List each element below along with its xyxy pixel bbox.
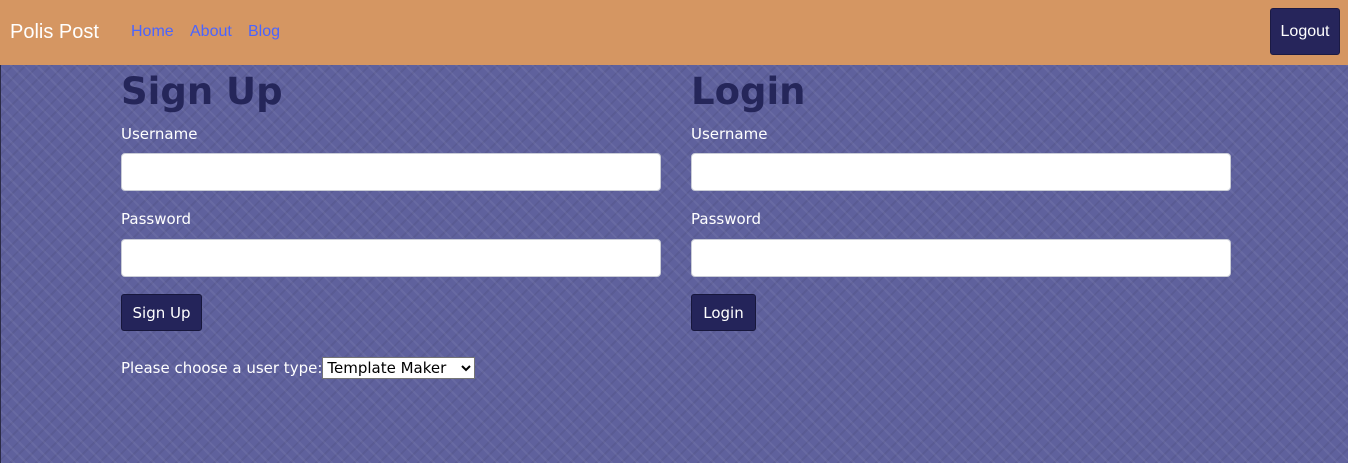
signup-username-input[interactable] [121,153,661,191]
signup-password-label: Password [121,210,192,228]
signup-password-input[interactable] [121,239,661,277]
login-password-input[interactable] [691,239,1231,277]
logout-button[interactable]: Logout [1270,8,1340,55]
login-title: Login [691,70,806,113]
signup-username-label: Username [121,125,198,143]
signup-panel: Sign Up Username Password Sign Up [121,70,661,331]
page-left-border [0,65,1,463]
login-password-label: Password [691,210,762,228]
login-username-label: Username [691,125,768,143]
nav-link-about[interactable]: About [190,22,232,42]
login-button[interactable]: Login [691,294,756,331]
signup-title: Sign Up [121,70,283,113]
user-type-select[interactable]: Template Maker [322,357,476,379]
nav-link-blog[interactable]: Blog [248,22,280,42]
nav-link-home[interactable]: Home [131,22,174,42]
brand-title[interactable]: Polis Post [10,20,99,44]
login-panel: Login Username Password Login [691,70,1231,331]
user-type-row: Please choose a user type: Template Make… [121,357,476,379]
signup-button[interactable]: Sign Up [121,294,202,331]
navbar: Polis Post Home About Blog Logout [0,0,1348,65]
user-type-label: Please choose a user type: [121,359,323,377]
login-username-input[interactable] [691,153,1231,191]
